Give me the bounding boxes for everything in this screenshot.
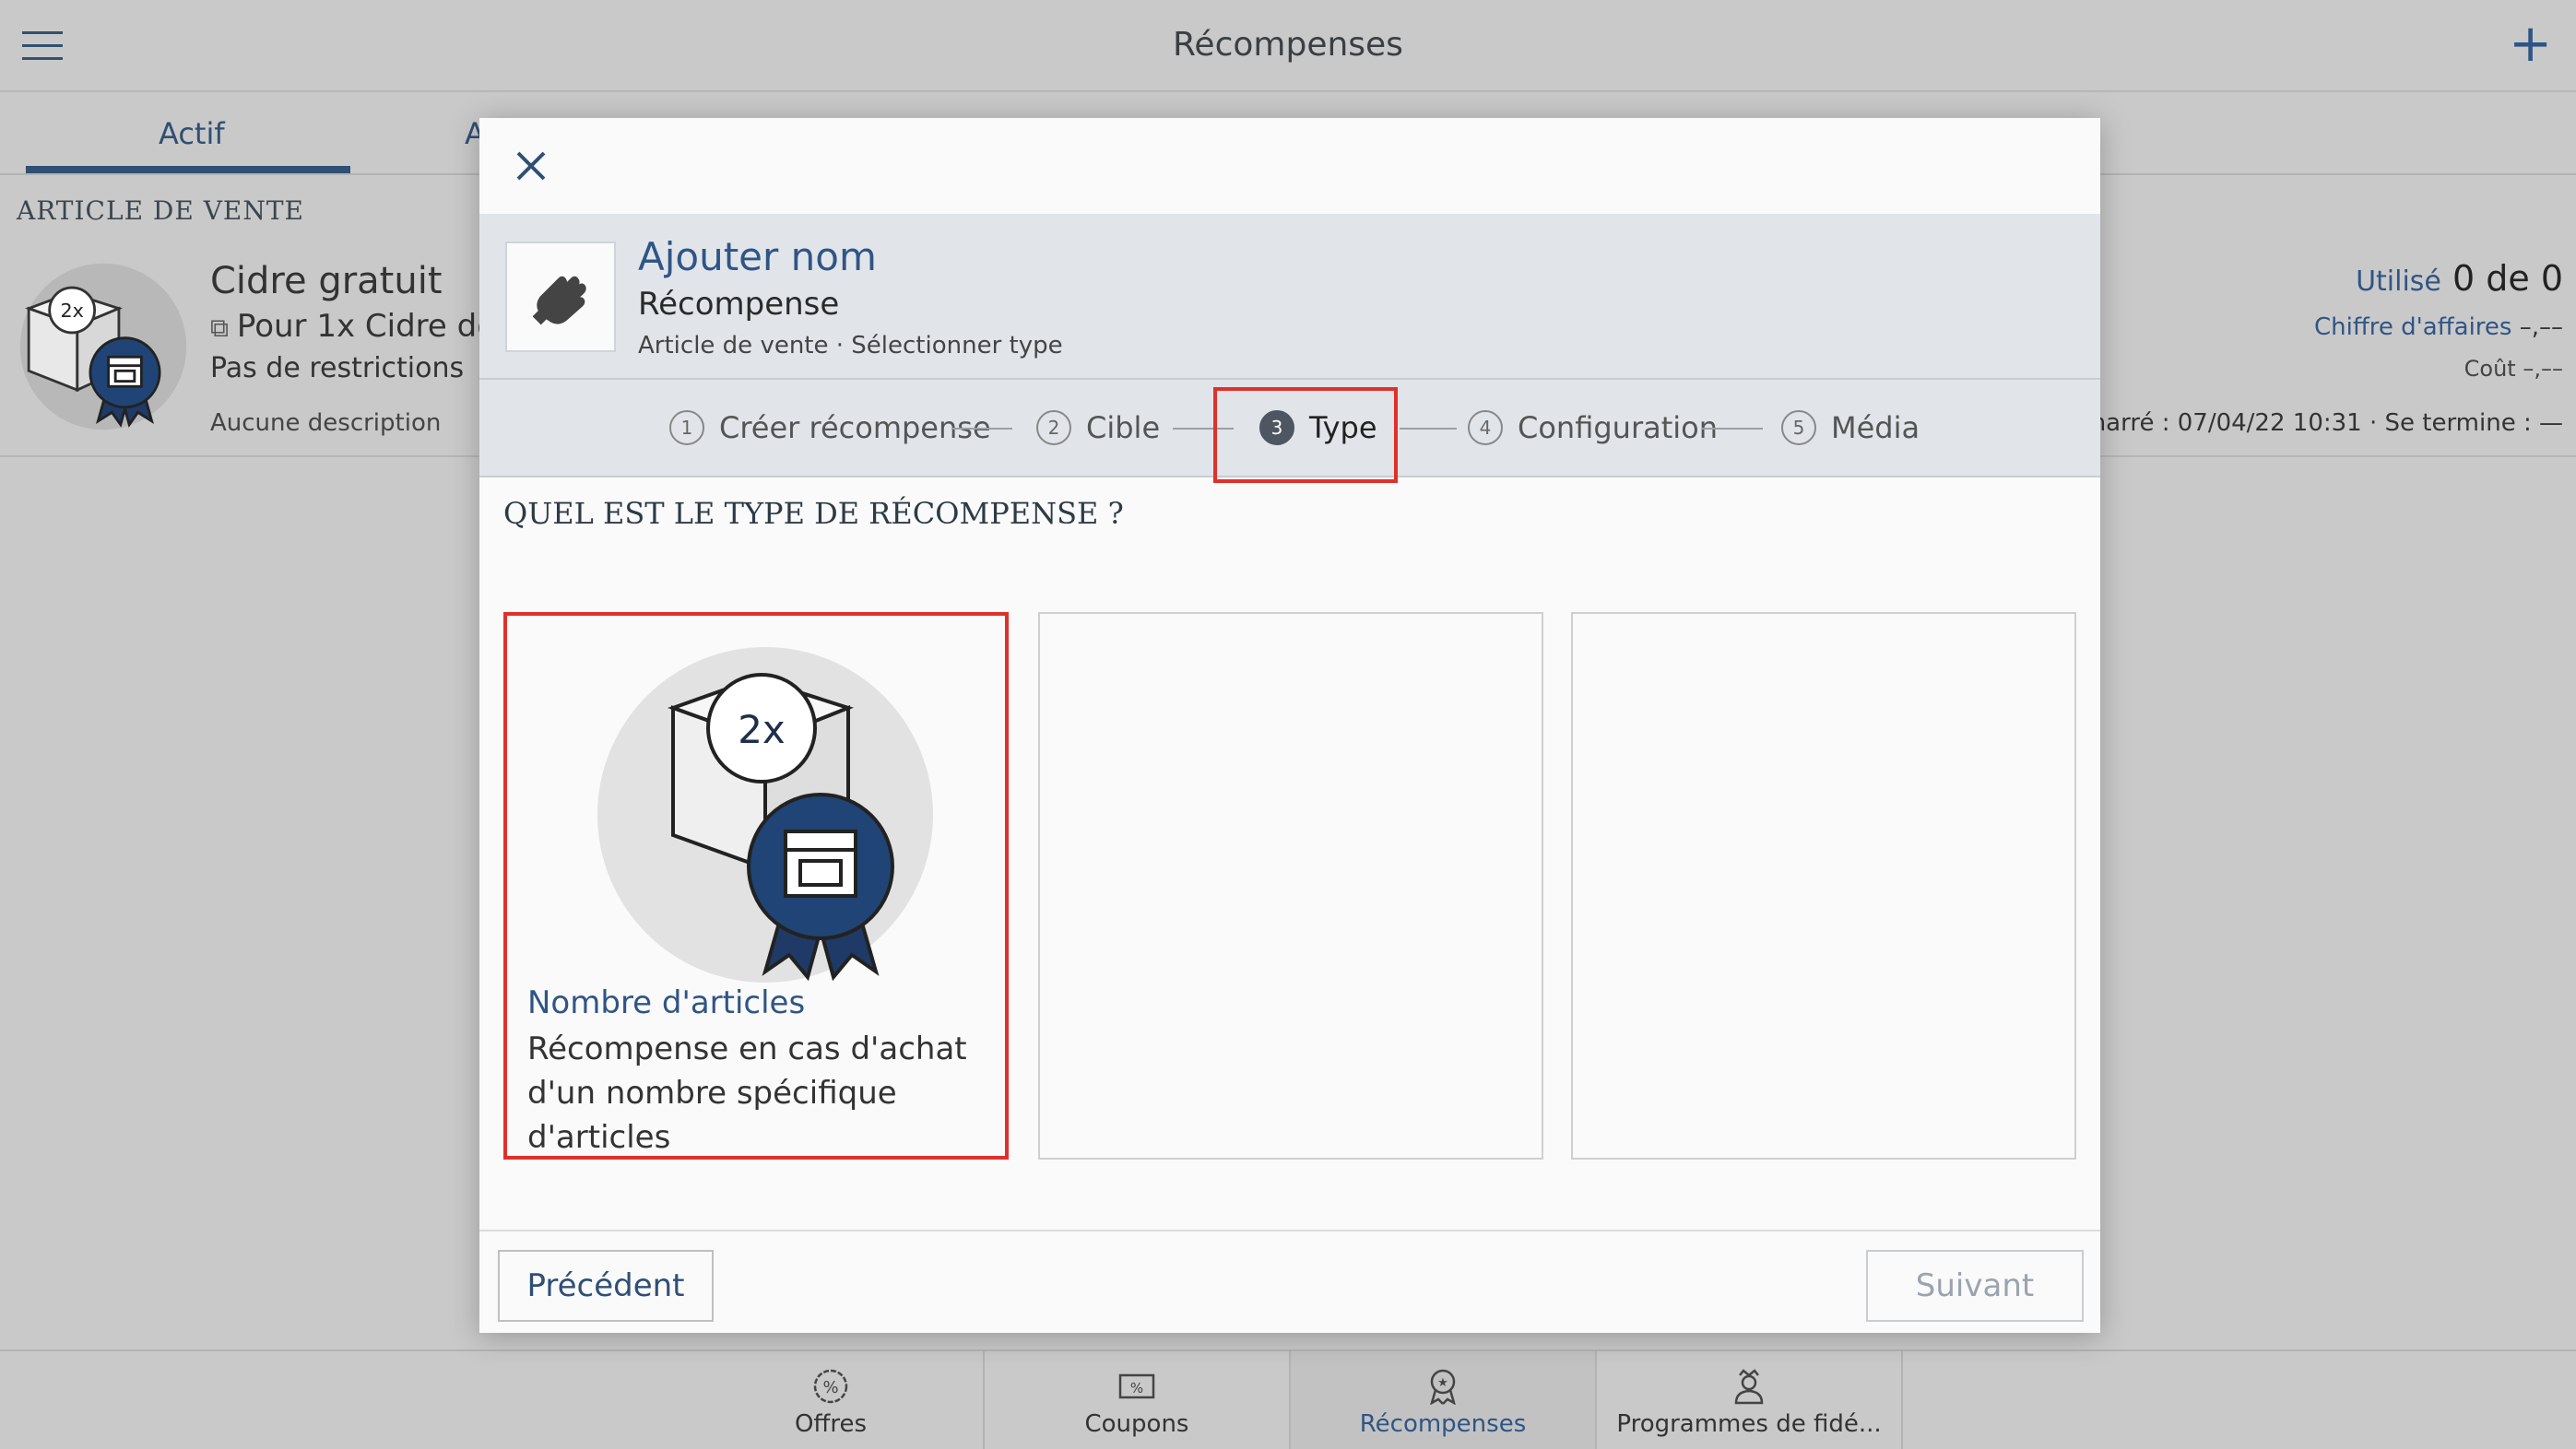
award-icon: ★	[1430, 1369, 1456, 1405]
reward-hand-icon-box	[505, 242, 616, 352]
previous-button[interactable]: Précédent	[498, 1250, 714, 1322]
nav-offres[interactable]: % Offres	[679, 1351, 983, 1449]
step-configuration[interactable]: 4 Configuration	[1468, 407, 1718, 448]
add-icon[interactable]: +	[2509, 18, 2552, 70]
next-button[interactable]: Suivant	[1866, 1250, 2084, 1322]
card-title: Nombre d'articles	[527, 984, 806, 1021]
loyalty-icon	[1734, 1369, 1764, 1405]
type-card-empty-2[interactable]	[1038, 612, 1543, 1160]
nav-coupons[interactable]: % Coupons	[985, 1351, 1289, 1449]
badge-text: 2x	[738, 707, 786, 752]
bottom-nav: % Offres % Coupons ★ Récompenses Program…	[0, 1349, 2576, 1449]
reward-name[interactable]: Ajouter nom	[638, 234, 877, 279]
reward-dates: Démarré : 07/04/22 10:31 · Se termine : …	[2049, 409, 2563, 437]
reward-revenue: Chiffre d'affaires –,––	[2314, 313, 2563, 341]
reward-description: Aucune description	[210, 409, 442, 437]
reward-quantity-icon: 2x	[597, 647, 933, 983]
reward-cost: Coût –,––	[2464, 356, 2563, 382]
hand-icon	[532, 276, 586, 325]
current-step-highlight	[1213, 387, 1398, 483]
top-bar: Récompenses +	[0, 0, 2576, 92]
reward-title: Cidre gratuit	[210, 260, 443, 302]
reward-restrictions: Pas de restrictions	[210, 352, 465, 384]
coupon-icon: %	[1118, 1373, 1155, 1399]
type-card-nombre-articles[interactable]: 2x Nombre d'articles Récompense en cas d…	[503, 612, 1009, 1160]
step-media[interactable]: 5 Média	[1781, 407, 1920, 448]
reward-used: Utilisé 0 de 0	[2356, 258, 2563, 299]
type-card-empty-3[interactable]	[1571, 612, 2076, 1160]
create-reward-dialog: Ajouter nom Récompense Article de vente …	[479, 118, 2100, 1333]
dialog-top-bar	[479, 118, 2100, 214]
reward-target: ⧉ Pour 1x Cidre dou	[210, 308, 516, 345]
step-creer-recompense[interactable]: 1 Créer récompense	[669, 407, 991, 448]
step-cible[interactable]: 2 Cible	[1036, 407, 1160, 448]
tab-actif[interactable]: Actif	[159, 116, 225, 151]
svg-text:%: %	[822, 1378, 838, 1397]
question-heading: QUEL EST LE TYPE DE RÉCOMPENSE ?	[503, 496, 1124, 531]
products-icon: ⧉	[210, 312, 237, 343]
reward-quantity-icon: 2x	[19, 263, 187, 430]
section-label: ARTICLE DE VENTE	[17, 195, 304, 226]
nav-recompenses[interactable]: ★ Récompenses	[1291, 1351, 1595, 1449]
nav-programmes[interactable]: Programmes de fidé...	[1597, 1351, 1901, 1449]
dialog-footer: Précédent Suivant	[479, 1230, 2100, 1333]
badge-text: 2x	[60, 300, 83, 322]
dialog-header: Ajouter nom Récompense Article de vente …	[479, 214, 2100, 380]
percent-badge-icon: %	[813, 1369, 848, 1404]
page-title: Récompenses	[1173, 26, 1403, 64]
close-icon[interactable]	[507, 142, 555, 190]
card-description: Récompense en cas d'achat d'un nombre sp…	[527, 1031, 967, 1156]
active-tab-indicator	[26, 166, 350, 173]
svg-text:★: ★	[1437, 1376, 1448, 1390]
svg-text:%: %	[1130, 1380, 1143, 1396]
breadcrumb: Article de vente · Sélectionner type	[638, 332, 1063, 359]
reward-kind: Récompense	[638, 286, 840, 323]
wizard-steps: 1 Créer récompense 2 Cible 3 Type 4 Configur…	[479, 380, 2100, 483]
